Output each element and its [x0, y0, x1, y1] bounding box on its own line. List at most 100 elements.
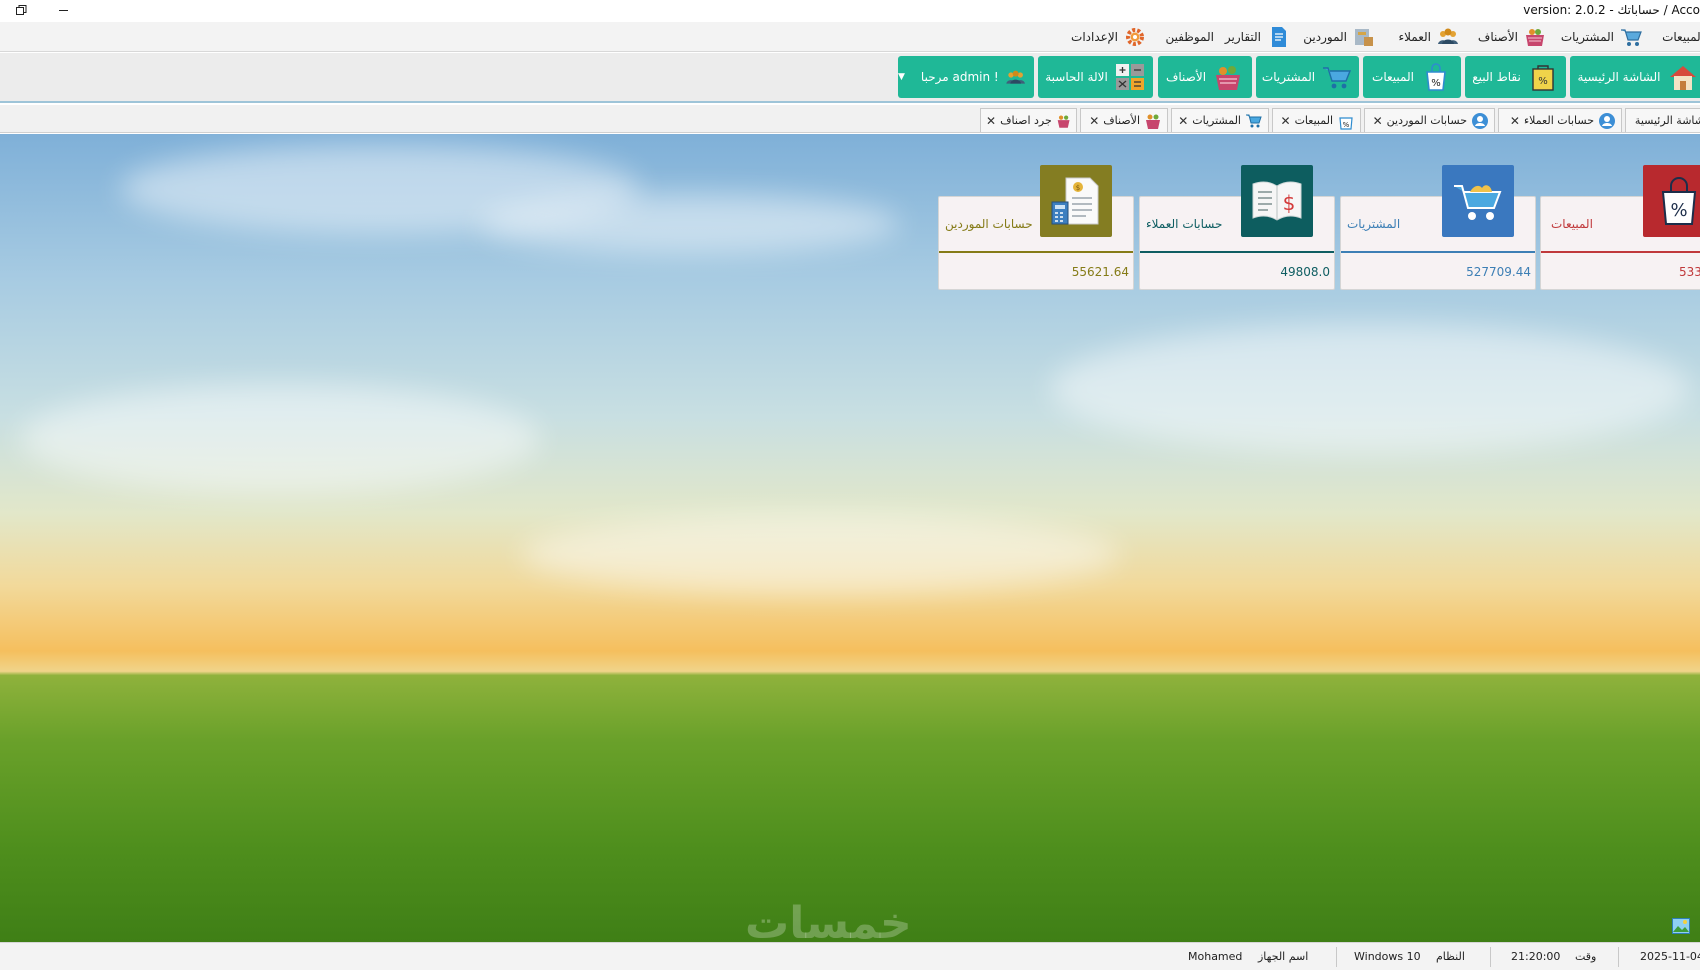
tab-inventory[interactable]: جرد اصناف ✕ [980, 108, 1077, 132]
menu-bar: المبيعات المشتريات الأصناف العملاء المور… [0, 22, 1700, 52]
close-icon[interactable]: ✕ [1178, 114, 1188, 128]
sales-card-separator [1541, 251, 1700, 253]
dashboard-area: المبيعات 533 % المشتريات 527709.44 حسابا… [0, 134, 1700, 942]
menu-purchases-label: المشتريات [1560, 30, 1614, 44]
menu-employees-label: الموظفين [1165, 30, 1214, 44]
tab-sales[interactable]: % المبيعات ✕ [1272, 108, 1361, 132]
restore-icon [15, 4, 26, 15]
shopping-bag-icon: % [1661, 177, 1697, 225]
tab-label: حسابات العملاء [1523, 114, 1594, 127]
pos-button[interactable]: % نقاط البيع [1465, 56, 1566, 98]
invoice-calculator-icon: $ [1051, 177, 1099, 225]
basket-icon [1057, 115, 1070, 128]
restore-window-button[interactable] [6, 0, 36, 20]
minimize-window-button[interactable] [48, 0, 78, 20]
tab-customer-accounts[interactable]: حسابات العملاء ✕ [1498, 108, 1622, 132]
status-os-label: النظام [1436, 950, 1465, 963]
sales-card-label: المبيعات [1551, 217, 1593, 231]
supplier-accounts-card-value: 55621.64 [1071, 265, 1129, 279]
cart-icon [1454, 185, 1502, 220]
user-menu-button[interactable]: مرحبا admin ! ▼ [898, 56, 1034, 98]
calculator-label: الالة الحاسبة [1045, 70, 1108, 84]
menu-customers[interactable]: العملاء [1398, 25, 1460, 49]
cart-icon [1621, 29, 1642, 46]
status-divider [1336, 947, 1337, 967]
customer-accounts-card-label: حسابات العملاء [1146, 217, 1223, 231]
menu-employees[interactable]: الموظفين [1165, 25, 1214, 49]
menu-suppliers[interactable]: الموردين [1303, 25, 1376, 49]
menu-items-label: الأصناف [1477, 30, 1518, 44]
status-time: 21:20:00 [1511, 950, 1561, 963]
tab-home-screen[interactable]: شاشة الرئيسية [1625, 108, 1700, 132]
user-greeting: مرحبا admin ! [920, 70, 999, 84]
menu-reports-label: التقارير [1224, 30, 1261, 44]
tab-label: المشتريات [1192, 114, 1241, 127]
window-title: version: 2.0.2 - حساباتك / Acco [1523, 3, 1700, 17]
menu-sales[interactable]: المبيعات [1662, 25, 1700, 49]
status-device: Mohamed [1188, 950, 1243, 963]
home-screen-label: الشاشة الرئيسية [1577, 70, 1661, 84]
supplier-accounts-card-label: حسابات الموردين [945, 217, 1033, 231]
supplier-accounts-card-separator [939, 251, 1133, 253]
calculator-icon [1115, 64, 1144, 90]
basket-icon [1146, 114, 1160, 129]
sales-card-value: 533 [1679, 265, 1700, 279]
status-date: 2025-11-04 [1640, 950, 1700, 963]
close-icon[interactable]: ✕ [1373, 114, 1383, 128]
purchases-label: المشتريات [1261, 70, 1316, 84]
tab-label: الأصناف [1103, 114, 1140, 127]
tab-label: حسابات الموردين [1386, 114, 1467, 127]
background-cloud [20, 384, 540, 494]
calculator-button[interactable]: الالة الحاسبة [1038, 56, 1153, 98]
tab-supplier-accounts[interactable]: حسابات الموردين ✕ [1364, 108, 1495, 132]
tab-label: جرد اصناف [1000, 114, 1052, 127]
tab-items[interactable]: الأصناف ✕ [1080, 108, 1168, 132]
sales-card-icon-tile: % [1643, 165, 1700, 237]
close-icon[interactable]: ✕ [1089, 114, 1099, 128]
customer-accounts-card-icon-tile: $ [1241, 165, 1313, 237]
menu-items[interactable]: الأصناف [1478, 25, 1547, 49]
minimize-icon [58, 9, 68, 11]
close-icon[interactable]: ✕ [1281, 114, 1291, 128]
menu-purchases[interactable]: المشتريات [1561, 25, 1643, 49]
status-divider [1490, 947, 1491, 967]
items-label: الأصناف [1165, 70, 1207, 84]
menu-suppliers-label: الموردين [1303, 30, 1347, 44]
basket-icon [1216, 66, 1241, 90]
sales-bag-icon: % [1339, 116, 1353, 130]
purchases-card-separator [1341, 251, 1535, 253]
purchases-card-label: المشتريات [1347, 217, 1401, 231]
pos-label: نقاط البيع [1472, 70, 1521, 84]
svg-text:%: % [1343, 121, 1350, 129]
sales-button[interactable]: % المبيعات [1363, 56, 1461, 98]
image-icon[interactable] [1672, 918, 1690, 934]
menu-customers-label: العملاء [1398, 30, 1431, 44]
items-button[interactable]: الأصناف [1158, 56, 1252, 98]
title-bar: version: 2.0.2 - حساباتك / Acco [0, 0, 1700, 22]
home-icon [1669, 66, 1696, 90]
purchases-button[interactable]: المشتريات [1256, 56, 1359, 98]
sales-label: المبيعات [1372, 70, 1414, 84]
users-icon [1006, 70, 1025, 84]
svg-text:%: % [1431, 78, 1441, 89]
user-icon [1472, 112, 1488, 129]
menu-settings[interactable]: الإعدادات [1071, 25, 1147, 49]
menu-reports[interactable]: التقارير [1225, 25, 1290, 49]
svg-text:%: % [1670, 200, 1687, 221]
tab-bar: شاشة الرئيسية حسابات العملاء ✕ حسابات ال… [0, 105, 1700, 133]
gear-icon [1126, 28, 1144, 46]
tab-purchases[interactable]: المشتريات ✕ [1171, 108, 1269, 132]
status-device-label: اسم الجهاز [1258, 950, 1309, 963]
menu-sales-label: المبيعات [1662, 30, 1700, 44]
home-screen-button[interactable]: الشاشة الرئيسية [1570, 56, 1700, 98]
status-bar: 2025-11-04 وقت 21:20:00 النظام Windows 1… [0, 942, 1700, 970]
background-cloud [480, 194, 900, 254]
status-os: Windows 10 [1354, 950, 1421, 963]
chevron-down-icon: ▼ [898, 72, 905, 82]
report-icon [1272, 27, 1286, 47]
status-time-label: وقت [1575, 950, 1597, 963]
tab-label: المبيعات [1294, 114, 1333, 127]
close-icon[interactable]: ✕ [986, 114, 996, 128]
purchases-card-value: 527709.44 [1466, 265, 1531, 279]
close-icon[interactable]: ✕ [1510, 114, 1520, 128]
